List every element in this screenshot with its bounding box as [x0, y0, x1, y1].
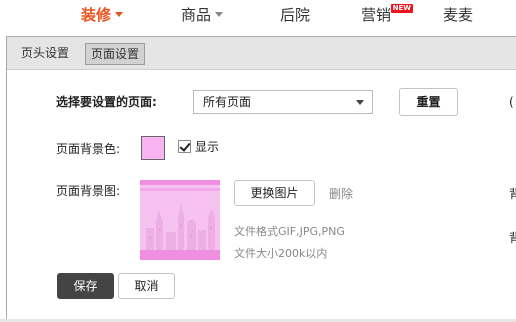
nav-item-label: 麦麦: [443, 6, 474, 24]
nav-item-label: 营销: [361, 6, 392, 24]
show-label: 显示: [195, 140, 220, 154]
partial-radio-icon[interactable]: (: [509, 94, 514, 110]
bg-image-label: 页面背景图:: [56, 184, 121, 198]
tab-page-settings[interactable]: 页面设置: [85, 43, 146, 65]
nav-item-products[interactable]: 商品: [181, 5, 224, 25]
nav-item-decoration[interactable]: 装修: [81, 5, 124, 25]
right-edge-label: 背: [509, 231, 516, 245]
bg-color-swatch[interactable]: [141, 136, 165, 160]
settings-panel: 页头设置 页面设置 选择要设置的页面: 所有页面 重置 ( 页面背景色: 显示 …: [6, 36, 516, 322]
reset-button[interactable]: 重置: [399, 88, 458, 116]
file-format-hint: 文件格式GIF,JPG,PNG: [234, 225, 345, 238]
right-edge-label: 背: [509, 187, 516, 201]
page-select-value: 所有页面: [203, 95, 252, 109]
dropdown-arrow-icon: [356, 100, 364, 105]
nav-item-label: 商品: [181, 6, 212, 24]
cancel-button[interactable]: 取消: [118, 273, 175, 299]
bg-image-thumbnail: [140, 180, 220, 260]
nav-item-label: 后院: [280, 6, 311, 24]
skyline-image-icon: [140, 180, 220, 260]
change-image-button[interactable]: 更换图片: [234, 180, 315, 206]
top-navigation: 装修 商品 后院 营销 NEW 麦麦: [0, 0, 516, 34]
new-badge: NEW: [390, 4, 414, 13]
nav-item-marketing[interactable]: 营销 NEW: [361, 4, 414, 25]
nav-item-maimai[interactable]: 麦麦: [443, 5, 473, 25]
select-page-label: 选择要设置的页面:: [56, 95, 157, 109]
page-select[interactable]: 所有页面: [193, 90, 373, 114]
nav-item-label: 装修: [81, 6, 112, 24]
tab-bar: 页头设置 页面设置: [7, 37, 516, 70]
file-size-hint: 文件大小200k以内: [234, 247, 328, 260]
chevron-down-icon: [115, 12, 124, 17]
save-button[interactable]: 保存: [57, 273, 114, 299]
chevron-down-icon: [215, 12, 224, 17]
delete-image-link[interactable]: 删除: [329, 186, 353, 202]
nav-item-backyard[interactable]: 后院: [280, 5, 310, 25]
show-checkbox[interactable]: [178, 140, 191, 153]
tab-header-settings[interactable]: 页头设置: [16, 43, 74, 65]
bg-color-label: 页面背景色:: [56, 142, 121, 156]
